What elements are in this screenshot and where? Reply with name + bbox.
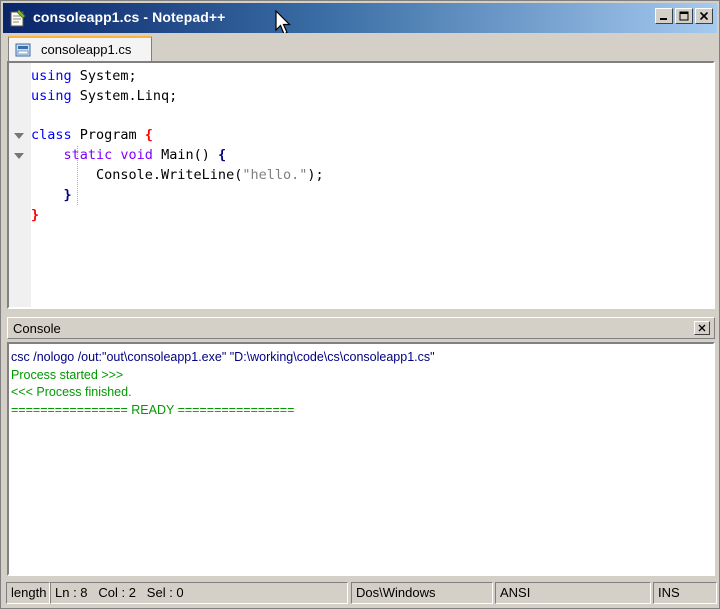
code-token: static [31,147,113,164]
window-title: consoleapp1.cs - Notepad++ [33,9,226,25]
status-length: length [6,582,50,604]
console-panel-header: Console [7,317,715,339]
console-title: Console [13,321,61,336]
tab-bar: consoleapp1.cs [3,33,717,62]
notepadpp-window: consoleapp1.cs - Notepad++ consoleapp1.c… [0,0,720,609]
maximize-button[interactable] [675,8,693,24]
code-token: } [31,206,40,223]
maximize-icon [679,11,689,21]
fold-arrow-icon [14,153,24,160]
status-eol: Dos\Windows [351,582,493,604]
code-token: { [144,127,153,144]
close-button[interactable] [695,8,713,24]
minimize-button[interactable] [655,8,673,24]
status-position: Ln : 8 Col : 2 Sel : 0 [50,582,348,604]
tab-label: consoleapp1.cs [41,42,132,57]
code-token: Main() [152,147,218,164]
fold-arrow-icon [14,133,24,140]
status-line: Ln : 8 [55,585,88,600]
code-line: using System; [9,67,713,87]
status-encoding: ANSI [495,582,651,604]
console-close-button[interactable] [694,321,710,335]
code-token: Program [71,127,145,144]
code-text: } [31,206,39,226]
close-icon [698,324,706,332]
minimize-icon [660,18,667,20]
code-token: Console.WriteLine( [31,166,243,183]
code-editor[interactable]: using System; using System.Linq; class Pro… [7,61,715,309]
code-text: using System; [31,67,137,87]
console-line: <<< Process finished. [11,385,132,399]
code-text: Console.WriteLine("hello."); [31,166,324,186]
console-output[interactable]: csc /nologo /out:"out\consoleapp1.exe" "… [7,342,715,576]
notepadpp-icon [9,9,27,27]
status-column: Col : 2 [98,585,136,600]
code-token: System.Linq; [71,87,178,104]
tab-consoleapp1[interactable]: consoleapp1.cs [8,36,152,62]
code-line: static void Main() { [9,146,713,166]
status-insert-mode: INS [653,582,717,604]
code-token: "hello." [242,166,308,183]
code-text: } [31,186,72,206]
code-token: using [31,68,72,84]
status-bar: length Ln : 8 Col : 2 Sel : 0 Dos\Window… [3,580,719,606]
code-token: ); [307,166,324,183]
code-line: using System.Linq; [9,87,713,107]
code-token: System; [71,68,137,84]
code-token: { [217,147,227,164]
code-token: class [31,127,72,144]
code-line: Console.WriteLine("hello."); [9,166,713,186]
code-token: } [63,186,72,203]
console-line: Process started >>> [11,367,124,382]
console-lines: csc /nologo /out:"out\consoleapp1.exe" "… [11,349,435,419]
title-bar[interactable]: consoleapp1.cs - Notepad++ [3,3,717,35]
code-text: using System.Linq; [31,87,177,107]
code-line: } [9,186,713,206]
console-line: csc /nologo /out:"out\consoleapp1.exe" "… [11,350,435,364]
console-line: ================ READY ================ [11,402,295,417]
code-line: class Program { [9,126,713,146]
code-line: } [9,206,713,226]
code-token: void [120,147,153,164]
code-text: class Program { [31,126,153,146]
status-selection: Sel : 0 [146,585,184,600]
code-lines: using System; using System.Linq; class Pro… [9,67,713,225]
close-icon [699,11,709,21]
file-icon [15,43,31,57]
code-token: using [31,87,72,104]
code-text: static void Main() { [31,146,227,166]
